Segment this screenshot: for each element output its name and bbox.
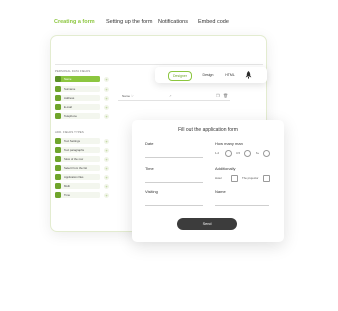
field-item-application-files[interactable]: Application files [55, 174, 100, 180]
add-field-icon[interactable]: + [104, 165, 109, 171]
date-label: Date [145, 141, 154, 146]
file-icon [55, 174, 61, 180]
send-button[interactable]: Send [177, 218, 237, 230]
add-field-icon[interactable]: + [104, 113, 109, 119]
name-label: Name [215, 189, 226, 194]
list-icon [55, 165, 61, 171]
canvas-field-row[interactable]: Name ♡ ↗ ❐ 🗑 [118, 92, 230, 101]
add-field-icon[interactable]: + [104, 138, 109, 144]
add-field-icon[interactable]: + [104, 192, 109, 198]
section-personal-title: PERSONAL DATA FIELDS [55, 69, 91, 73]
field-item-multi[interactable]: Multi [55, 183, 100, 189]
add-field-icon[interactable]: + [104, 76, 109, 82]
field-item-text-settings[interactable]: Text Settings [55, 138, 100, 144]
tab-setting-up[interactable]: Setting up the form [106, 19, 152, 25]
add-field-icon[interactable]: + [104, 104, 109, 110]
copy-icon[interactable]: ❐ [216, 93, 220, 98]
text-icon [55, 138, 61, 144]
add-field-icon[interactable]: + [104, 156, 109, 162]
option-label: 1-2 [215, 151, 220, 155]
section-additional-title: ADD. FIELDS TYPES [55, 130, 84, 134]
option-label: 3-5 [236, 151, 241, 155]
option-label: 6+ [256, 151, 260, 155]
visiting-label: Visiting [145, 189, 158, 194]
visiting-input[interactable] [145, 205, 203, 206]
time-label: Time [145, 166, 154, 171]
field-item-address[interactable]: Address [55, 95, 100, 101]
field-item-slow-row[interactable]: Slow of the row [55, 156, 100, 162]
trash-icon[interactable]: 🗑 [223, 93, 228, 98]
add-field-icon[interactable]: + [104, 86, 109, 92]
designer-button[interactable]: Designer [168, 71, 192, 81]
how-many-label: How many man [215, 141, 243, 146]
clock-icon [55, 192, 61, 198]
mail-icon [55, 104, 61, 110]
row-icon [55, 156, 61, 162]
phone-icon [55, 113, 61, 119]
name-input[interactable] [215, 205, 269, 206]
time-input[interactable] [145, 182, 203, 183]
projector-label: The projector [242, 176, 259, 180]
html-button[interactable]: HTML [224, 71, 236, 79]
field-item-text-paragraphs[interactable]: Text paragraphs [55, 147, 100, 153]
add-field-icon[interactable]: + [104, 147, 109, 153]
arrow-icon: ↗ [169, 93, 172, 98]
field-item-select-list[interactable]: Select from the list [55, 165, 100, 171]
tab-embed-code[interactable]: Embed code [198, 19, 229, 25]
field-item-surname[interactable]: Surname [55, 86, 100, 92]
radio-6-plus[interactable] [263, 150, 270, 157]
add-field-icon[interactable]: + [104, 174, 109, 180]
tab-creating-form[interactable]: Creating a form [54, 19, 95, 25]
add-field-icon[interactable]: + [104, 183, 109, 189]
design-button[interactable]: Design [201, 71, 215, 79]
person-icon [55, 76, 61, 82]
field-item-telephone[interactable]: Telephone [55, 113, 100, 119]
field-item-name[interactable]: Name [55, 76, 100, 82]
checkbox-icon [55, 183, 61, 189]
mode-toolbar: Designer Design HTML [155, 67, 267, 83]
hotel-checkbox[interactable] [231, 175, 238, 182]
date-input[interactable] [145, 157, 203, 158]
tab-notifications[interactable]: Notifications [158, 19, 188, 25]
projector-checkbox[interactable] [263, 175, 270, 182]
radio-1-2[interactable] [225, 150, 232, 157]
paragraph-icon [55, 147, 61, 153]
radio-3-5[interactable] [244, 150, 251, 157]
tab-divider [55, 64, 263, 65]
canvas-field-name: Name ♡ [122, 94, 134, 98]
form-title: Fill out the application form [178, 127, 238, 133]
add-field-icon[interactable]: + [104, 95, 109, 101]
person-icon [55, 86, 61, 92]
location-icon [55, 95, 61, 101]
hotel-label: Hotel [215, 176, 222, 180]
rocket-icon[interactable] [245, 71, 252, 79]
additionally-label: Additionally [215, 166, 236, 171]
field-item-time[interactable]: Time [55, 192, 100, 198]
field-item-email[interactable]: E-mail [55, 104, 100, 110]
